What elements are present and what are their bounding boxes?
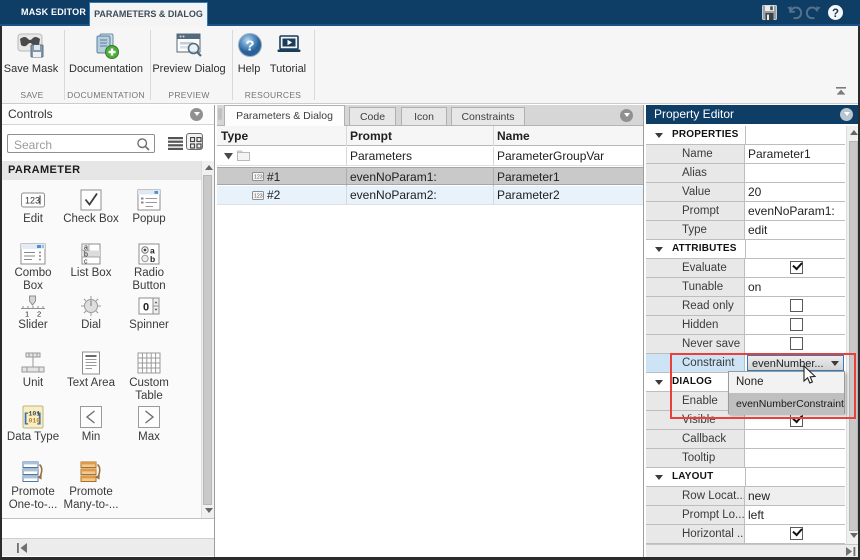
svg-text:123: 123 [254, 194, 263, 200]
svg-text:b: b [84, 252, 88, 259]
svg-text:c: c [84, 259, 88, 266]
svg-text:1: 1 [25, 310, 29, 318]
svg-text:b: b [150, 254, 155, 264]
svg-text:101: 101 [29, 411, 41, 418]
svg-text:a: a [84, 245, 88, 252]
svg-text:123: 123 [25, 196, 40, 206]
svg-text:?: ? [832, 8, 839, 20]
svg-text:123: 123 [254, 175, 263, 181]
svg-text:0: 0 [143, 302, 149, 314]
svg-text:2: 2 [37, 310, 41, 318]
svg-text:010: 010 [29, 418, 41, 425]
svg-text:?: ? [245, 38, 254, 55]
